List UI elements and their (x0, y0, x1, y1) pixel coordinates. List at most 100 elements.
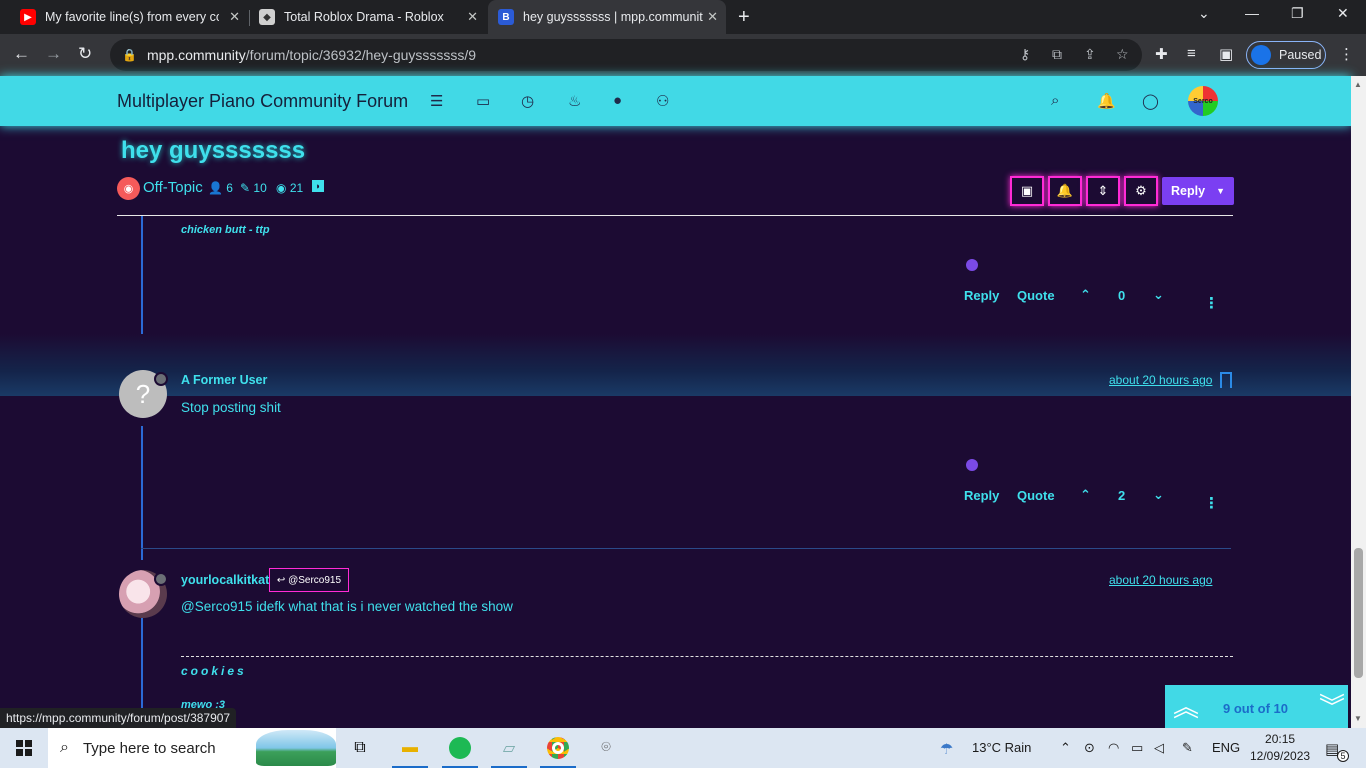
avatar-placeholder: ? (135, 378, 151, 409)
category-link[interactable]: Off-Topic (143, 179, 203, 196)
close-icon[interactable]: ✕ (467, 9, 478, 25)
post-author[interactable]: yourlocalkitkat (181, 573, 269, 587)
unread-icon[interactable]: ▭ (476, 92, 490, 110)
bookmark-icon[interactable] (1220, 372, 1232, 388)
scroll-bottom-icon[interactable]: ︾ (1319, 687, 1345, 724)
browser-menu-icon[interactable]: ⋮ (1339, 45, 1354, 63)
sort-icon[interactable]: ⇕ (1086, 176, 1120, 206)
forward-icon[interactable]: → (45, 44, 62, 64)
tab-search-icon[interactable]: ⌄ (1198, 5, 1210, 22)
reaction-icon[interactable] (966, 259, 978, 271)
side-panel-icon[interactable]: ▣ (1219, 45, 1233, 63)
users-icon[interactable]: ● (613, 92, 622, 109)
file-explorer-icon[interactable]: ▬ (392, 734, 428, 768)
open-in-app-icon[interactable]: ⧉ (1052, 46, 1062, 63)
site-brand[interactable]: Multiplayer Piano Community Forum (117, 91, 408, 112)
tab-roblox[interactable]: ◆ Total Roblox Drama - Roblox ✕ (250, 0, 486, 34)
categories-icon[interactable]: ☰ (430, 92, 443, 110)
weather-icon[interactable]: ☂ (940, 740, 953, 758)
post-author[interactable]: A Former User (181, 373, 267, 387)
back-icon[interactable]: ← (13, 44, 30, 64)
spotify-icon[interactable] (442, 734, 478, 768)
scrollbar-thumb[interactable] (1354, 548, 1363, 678)
topic-reply-button[interactable]: Reply ▼ (1162, 177, 1234, 205)
user-avatar[interactable]: Serco (1188, 86, 1218, 116)
topic-divider (117, 215, 1233, 216)
mouse-app-icon[interactable]: ⌾ (592, 734, 620, 762)
site-header: Multiplayer Piano Community Forum ☰ ▭ ◷ … (0, 76, 1351, 126)
chrome-icon[interactable] (540, 734, 576, 768)
notifications-icon[interactable]: 🔔 (1097, 92, 1116, 110)
downvote-icon[interactable]: ⌄ (1153, 487, 1164, 503)
chevron-down-icon[interactable]: ▼ (1216, 186, 1225, 196)
windows-start-icon[interactable] (16, 740, 32, 756)
rss-icon[interactable]: ◗ (312, 180, 324, 192)
category-globe-icon[interactable]: ◉ (117, 177, 140, 200)
window-close-icon[interactable]: ✕ (1337, 5, 1349, 22)
tab-mpp[interactable]: B hey guysssssss | mpp.community ✕ (488, 0, 726, 34)
reply-link[interactable]: Reply (964, 288, 999, 303)
bookmark-star-icon[interactable]: ☆ (1116, 46, 1129, 63)
meet-now-icon[interactable]: ⊙ (1084, 740, 1095, 756)
b-site-icon: B (498, 9, 514, 25)
chats-icon[interactable]: ◯ (1142, 92, 1159, 110)
post-timestamp[interactable]: about 20 hours ago (1109, 373, 1212, 387)
notepad-icon[interactable]: ▱ (491, 734, 527, 768)
gear-icon[interactable]: ⚙ (1124, 176, 1158, 206)
tab-youtube[interactable]: ▶ My favorite line(s) from every co ✕ (12, 0, 248, 34)
post-signature: cookies (181, 664, 247, 678)
taskbar: ⌕ Type here to search ⧉ ▬ ▱ ⌾ ☂ 13°C Rai… (0, 728, 1366, 768)
quote-link[interactable]: Quote (1017, 488, 1055, 503)
address-bar[interactable]: 🔒 mpp.community/forum/topic/36932/hey-gu… (110, 39, 1142, 71)
downvote-icon[interactable]: ⌄ (1153, 287, 1164, 303)
post-menu-icon[interactable]: ⋮ (1204, 294, 1219, 312)
battery-icon[interactable]: ▭ (1131, 740, 1143, 756)
search-icon[interactable]: ⌕ (1051, 92, 1059, 109)
popular-icon[interactable]: ♨ (568, 92, 581, 110)
reply-link[interactable]: Reply (964, 488, 999, 503)
profile-button[interactable]: Paused (1246, 41, 1326, 69)
reaction-icon[interactable] (966, 459, 978, 471)
system-clock[interactable]: 20:15 12/09/2023 (1250, 731, 1310, 765)
page-scrollbar[interactable]: ▲ ▼ (1351, 76, 1366, 728)
page-indicator[interactable]: 9 out of 10 (1223, 701, 1288, 716)
scroll-down-arrow-icon[interactable]: ▼ (1354, 714, 1362, 723)
reading-list-icon[interactable]: ≡ (1187, 45, 1196, 62)
profile-label: Paused (1279, 48, 1322, 62)
pen-icon[interactable]: ✎ (1182, 740, 1193, 756)
upvote-icon[interactable]: ⌃ (1080, 287, 1091, 303)
post-menu-icon[interactable]: ⋮ (1204, 494, 1219, 512)
posts-count: 10 (253, 181, 267, 195)
post-content: @Serco915 idefk what that is i never wat… (181, 599, 513, 614)
restore-icon[interactable]: ❐ (1291, 5, 1304, 22)
new-tab-icon[interactable]: + (738, 6, 750, 29)
recent-icon[interactable]: ◷ (521, 92, 534, 110)
extensions-icon[interactable]: ✚ (1155, 45, 1168, 63)
quote-link[interactable]: Quote (1017, 288, 1055, 303)
bell-icon[interactable]: 🔔 (1048, 176, 1082, 206)
upvote-icon[interactable]: ⌃ (1080, 487, 1091, 503)
scroll-up-arrow-icon[interactable]: ▲ (1354, 80, 1362, 89)
reply-to-tag[interactable]: ↩ @Serco915 (269, 568, 349, 592)
post-timestamp[interactable]: about 20 hours ago (1109, 573, 1212, 587)
scroll-top-icon[interactable]: ︽ (1173, 687, 1199, 724)
weather-text[interactable]: 13°C Rain (972, 740, 1031, 755)
key-icon[interactable]: ⚷ (1020, 46, 1030, 63)
watch-icon[interactable]: ▣ (1010, 176, 1044, 206)
taskbar-search[interactable]: ⌕ Type here to search (48, 728, 336, 768)
task-view-icon[interactable]: ⧉ (346, 734, 374, 762)
minimize-icon[interactable]: — (1245, 5, 1259, 21)
groups-icon[interactable]: ⚇ (656, 92, 669, 110)
tray-chevron-icon[interactable]: ⌃ (1060, 740, 1071, 756)
reload-icon[interactable]: ↻ (78, 44, 92, 64)
wifi-icon[interactable]: ◠ (1108, 740, 1119, 756)
volume-icon[interactable]: ◁ (1154, 740, 1164, 756)
close-icon[interactable]: ✕ (229, 9, 240, 25)
roblox-icon: ◆ (259, 9, 275, 25)
close-icon[interactable]: ✕ (707, 9, 718, 25)
share-icon[interactable]: ⇪ (1084, 46, 1096, 63)
search-icon: ⌕ (60, 739, 69, 756)
url-text: mpp.community/forum/topic/36932/hey-guys… (147, 47, 476, 63)
language-indicator[interactable]: ENG (1212, 740, 1240, 755)
clock-time: 20:15 (1265, 732, 1296, 746)
